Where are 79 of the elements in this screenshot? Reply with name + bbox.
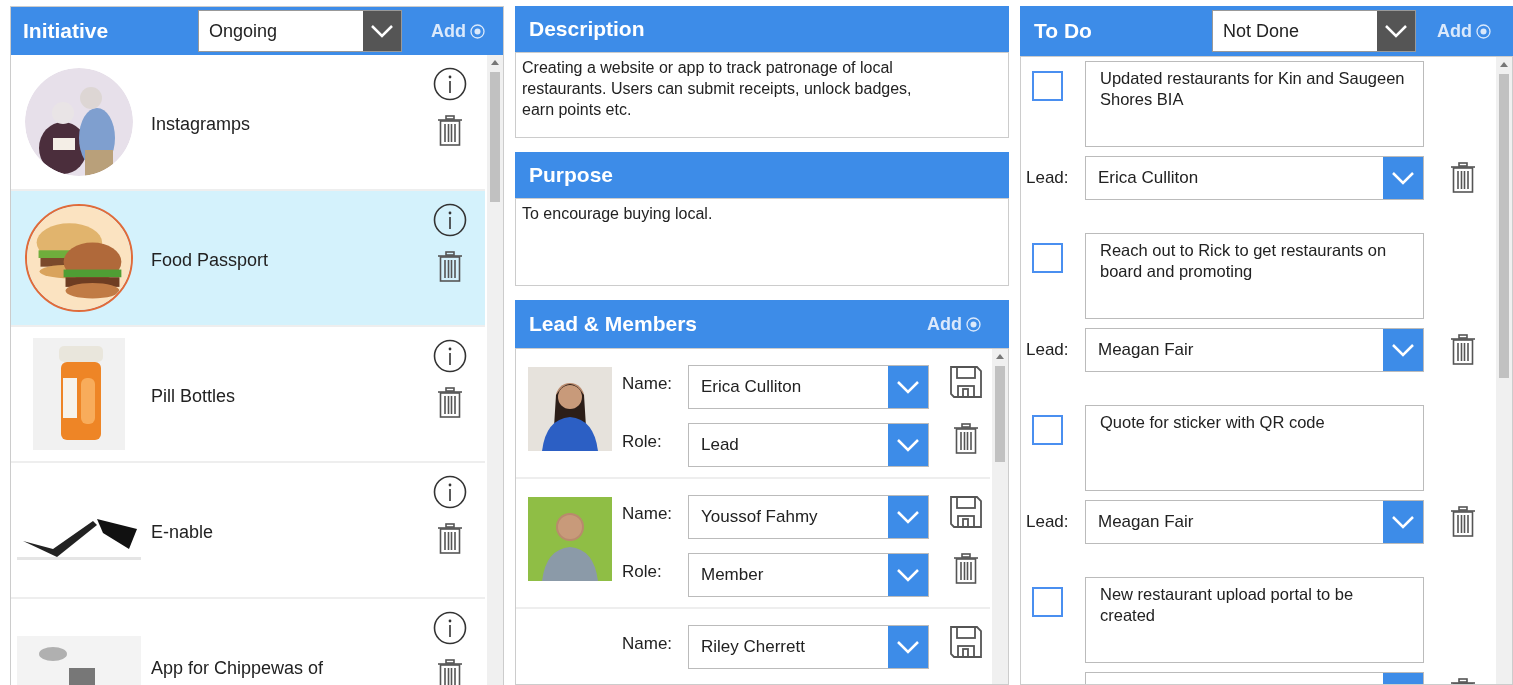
person-dropdown[interactable]: Meagan Fair xyxy=(1085,328,1424,372)
description-text: Creating a website or app to track patronage of local restaurants. Users can submit receipts, unlock badges, earn points etc. xyxy=(522,58,913,120)
initiative-row[interactable]: Food Passport xyxy=(11,191,485,327)
scrollbar-thumb[interactable] xyxy=(995,366,1005,462)
field-label: Lead: xyxy=(1025,511,1070,534)
save-icon[interactable] xyxy=(949,365,983,399)
initiative-name: Pill Bottles xyxy=(151,386,236,406)
trash-icon[interactable] xyxy=(1450,506,1476,538)
scroll-up-icon[interactable] xyxy=(491,60,499,65)
person-dropdown[interactable]: Erica Culliton xyxy=(1085,156,1424,200)
add-circle-icon xyxy=(1476,23,1491,39)
chevron-down-icon xyxy=(370,24,394,38)
field-label: Name: xyxy=(622,633,674,655)
checkbox[interactable] xyxy=(1032,415,1063,445)
chevron-down-icon xyxy=(1391,515,1415,529)
name-dropdown[interactable]: Youssof Fahmy xyxy=(688,495,929,539)
trash-icon[interactable] xyxy=(1450,162,1476,194)
chevron-down-icon xyxy=(896,640,920,654)
trash-icon[interactable] xyxy=(437,115,463,147)
filter-dropdown[interactable]: Ongoing xyxy=(198,10,402,52)
scroll-up-icon[interactable] xyxy=(996,354,1004,359)
chevron-down-icon xyxy=(1391,343,1415,357)
add-circle-icon xyxy=(966,316,981,332)
chevron-down-icon xyxy=(896,438,920,452)
initiative-name: E-nable xyxy=(151,522,214,542)
checkbox[interactable] xyxy=(1032,587,1063,617)
role-dropdown[interactable]: Lead xyxy=(688,423,929,467)
trash-icon[interactable] xyxy=(437,251,463,283)
info-icon[interactable] xyxy=(433,67,467,101)
field-label: Name: xyxy=(622,373,674,395)
scrollbar[interactable] xyxy=(1496,57,1512,684)
panel-title: Purpose xyxy=(529,162,614,189)
trash-icon[interactable] xyxy=(437,387,463,419)
task-text-field[interactable]: Quote for sticker with QR code xyxy=(1085,405,1424,491)
scroll-up-icon[interactable] xyxy=(1500,62,1508,67)
field-label: Lead: xyxy=(1025,167,1070,190)
scrollbar[interactable] xyxy=(992,349,1008,684)
field-label: Role: xyxy=(622,561,663,583)
save-icon[interactable] xyxy=(949,495,983,529)
save-icon[interactable] xyxy=(949,625,983,659)
task-text-field[interactable]: New restaurant upload portal to be created xyxy=(1085,577,1424,663)
info-icon[interactable] xyxy=(433,611,467,645)
panel-title: To Do xyxy=(1034,18,1093,45)
trash-icon[interactable] xyxy=(953,553,979,585)
scrollbar-thumb[interactable] xyxy=(490,72,500,202)
trash-icon[interactable] xyxy=(437,659,463,685)
chevron-down-icon xyxy=(896,380,920,394)
scrollbar-thumb[interactable] xyxy=(1499,74,1509,378)
task-text-field[interactable]: Reach out to Rick to get restaurants on board and promoting xyxy=(1085,233,1424,319)
chevron-down-icon xyxy=(1391,171,1415,185)
role-dropdown[interactable]: Member xyxy=(688,553,929,597)
chevron-down-icon xyxy=(896,510,920,524)
chevron-down-icon xyxy=(896,568,920,582)
person-dropdown[interactable]: Meagan Fair xyxy=(1085,500,1424,544)
field-label: Role: xyxy=(622,431,663,453)
field-label: Name: xyxy=(622,503,674,525)
trash-icon[interactable] xyxy=(1450,334,1476,366)
panel-title: Description xyxy=(529,16,645,43)
trash-icon[interactable] xyxy=(953,423,979,455)
scrollbar[interactable] xyxy=(487,55,503,685)
field-label: Lead: xyxy=(1025,339,1070,362)
info-icon[interactable] xyxy=(433,203,467,237)
info-icon[interactable] xyxy=(433,339,467,373)
task-text-field[interactable]: Updated restaurants for Kin and Saugeen Shores BIA xyxy=(1085,61,1424,147)
purpose-text: To encourage buying local. xyxy=(515,198,1009,286)
name-dropdown[interactable]: Riley Cherrett xyxy=(688,625,929,669)
panel-title: Lead & Members xyxy=(529,311,698,338)
chevron-down-icon xyxy=(1384,24,1408,38)
filter-dropdown[interactable]: Not Done xyxy=(1212,10,1416,52)
checkbox[interactable] xyxy=(1032,71,1063,101)
add-circle-icon xyxy=(470,23,485,39)
panel-title: Initiative xyxy=(23,18,110,45)
initiative-name: App for Chippewas of xyxy=(151,658,324,678)
trash-icon[interactable] xyxy=(437,523,463,555)
initiative-name: Instagramps xyxy=(151,114,251,134)
info-icon[interactable] xyxy=(433,475,467,509)
checkbox[interactable] xyxy=(1032,243,1063,273)
name-dropdown[interactable]: Erica Culliton xyxy=(688,365,929,409)
initiative-name: Food Passport xyxy=(151,250,269,270)
